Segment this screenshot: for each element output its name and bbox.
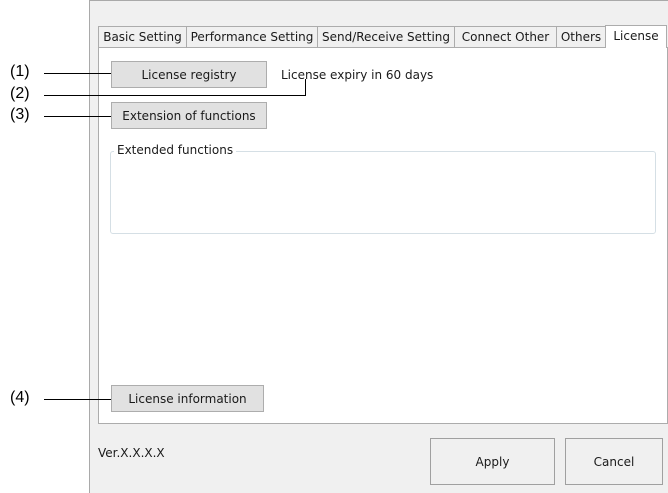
- tab-others[interactable]: Others: [556, 26, 606, 47]
- tab-license[interactable]: License: [605, 25, 667, 48]
- license-expiry-text: License expiry in 60 days: [281, 68, 434, 82]
- tab-send-receive-setting[interactable]: Send/Receive Setting: [317, 26, 455, 47]
- callout-3-leader-line: [44, 116, 111, 117]
- extended-functions-title: Extended functions: [114, 143, 237, 157]
- callout-4-leader-line: [44, 399, 111, 400]
- license-information-button[interactable]: License information: [111, 385, 264, 412]
- tab-connect-other[interactable]: Connect Other: [454, 26, 557, 47]
- callout-2: (2): [10, 85, 30, 102]
- callout-1-leader-line: [44, 73, 111, 74]
- tab-basic-setting[interactable]: Basic Setting: [98, 26, 187, 47]
- license-registry-button[interactable]: License registry: [111, 61, 267, 88]
- callout-3: (3): [10, 106, 30, 123]
- callout-1: (1): [10, 63, 30, 80]
- callout-4: (4): [10, 389, 30, 406]
- cancel-button[interactable]: Cancel: [565, 438, 663, 485]
- apply-button[interactable]: Apply: [430, 438, 555, 485]
- callout-2-leader-riser: [305, 79, 306, 96]
- extension-of-functions-button[interactable]: Extension of functions: [111, 102, 267, 129]
- version-label: Ver.X.X.X.X: [98, 446, 165, 460]
- tab-performance-setting[interactable]: Performance Setting: [186, 26, 318, 47]
- extended-functions-group: [110, 151, 656, 234]
- callout-2-leader-line: [44, 95, 306, 96]
